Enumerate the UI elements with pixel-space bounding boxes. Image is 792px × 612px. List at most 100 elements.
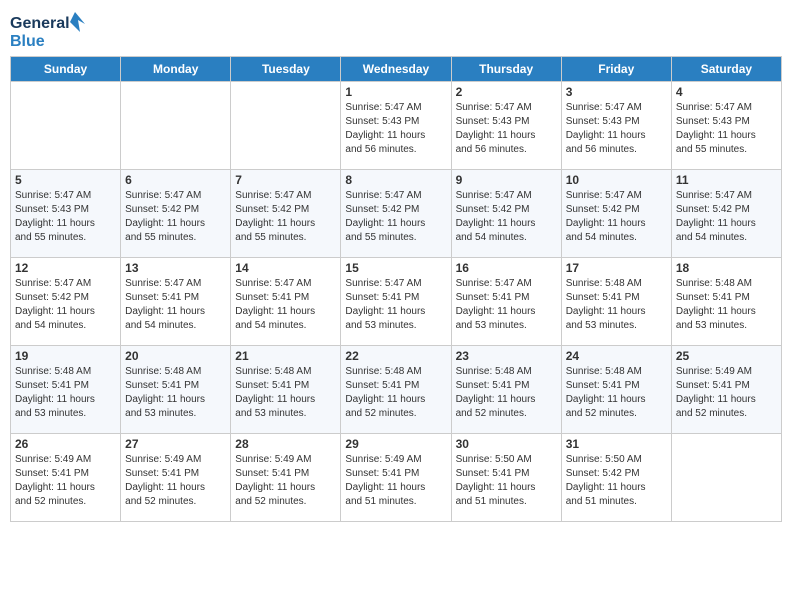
day-number: 27 [125, 437, 226, 451]
calendar-cell [231, 82, 341, 170]
calendar-cell: 19 Sunrise: 5:48 AM Sunset: 5:41 PM Dayli… [11, 346, 121, 434]
day-number: 11 [676, 173, 777, 187]
calendar-week-1: 1 Sunrise: 5:47 AM Sunset: 5:43 PM Daylig… [11, 82, 782, 170]
day-info: Sunrise: 5:47 AM Sunset: 5:43 PM Dayligh… [345, 101, 446, 157]
day-info: Sunrise: 5:48 AM Sunset: 5:41 PM Dayligh… [676, 277, 777, 333]
day-number: 12 [15, 261, 116, 275]
calendar-cell: 5 Sunrise: 5:47 AM Sunset: 5:43 PM Daylig… [11, 170, 121, 258]
calendar-cell: 4Sunrise: 5:47 AM Sunset: 5:43 PM Daylig… [671, 82, 781, 170]
day-number: 28 [235, 437, 336, 451]
day-info: Sunrise: 5:50 AM Sunset: 5:41 PM Dayligh… [456, 453, 557, 509]
day-number: 24 [566, 349, 667, 363]
day-info: Sunrise: 5:48 AM Sunset: 5:41 PM Dayligh… [456, 365, 557, 421]
calendar-cell: 18 Sunrise: 5:48 AM Sunset: 5:41 PM Dayli… [671, 258, 781, 346]
calendar-cell: 27Sunrise: 5:49 AM Sunset: 5:41 PM Dayli… [121, 434, 231, 522]
day-number: 19 [15, 349, 116, 363]
calendar-cell: 30 Sunrise: 5:50 AM Sunset: 5:41 PM Dayli… [451, 434, 561, 522]
calendar-cell: 1 Sunrise: 5:47 AM Sunset: 5:43 PM Daylig… [341, 82, 451, 170]
day-number: 18 [676, 261, 777, 275]
calendar-week-4: 19 Sunrise: 5:48 AM Sunset: 5:41 PM Dayli… [11, 346, 782, 434]
logo-icon: GeneralBlue [10, 10, 90, 50]
day-number: 13 [125, 261, 226, 275]
calendar-cell: 17 Sunrise: 5:48 AM Sunset: 5:41 PM Dayli… [561, 258, 671, 346]
calendar-cell: 24 Sunrise: 5:48 AM Sunset: 5:41 PM Dayli… [561, 346, 671, 434]
calendar-cell: 25Sunrise: 5:49 AM Sunset: 5:41 PM Dayli… [671, 346, 781, 434]
day-number: 9 [456, 173, 557, 187]
day-info: Sunrise: 5:48 AM Sunset: 5:41 PM Dayligh… [15, 365, 116, 421]
day-number: 26 [15, 437, 116, 451]
calendar-cell: 8Sunrise: 5:47 AM Sunset: 5:42 PM Daylig… [341, 170, 451, 258]
day-info: Sunrise: 5:49 AM Sunset: 5:41 PM Dayligh… [235, 453, 336, 509]
weekday-header-wednesday: Wednesday [341, 57, 451, 82]
logo: GeneralBlue [10, 10, 90, 50]
day-info: Sunrise: 5:47 AM Sunset: 5:42 PM Dayligh… [235, 189, 336, 245]
calendar-table: SundayMondayTuesdayWednesdayThursdayFrid… [10, 56, 782, 522]
calendar-cell: 10 Sunrise: 5:47 AM Sunset: 5:42 PM Dayli… [561, 170, 671, 258]
weekday-header-sunday: Sunday [11, 57, 121, 82]
day-info: Sunrise: 5:49 AM Sunset: 5:41 PM Dayligh… [345, 453, 446, 509]
day-number: 29 [345, 437, 446, 451]
weekday-header-saturday: Saturday [671, 57, 781, 82]
day-number: 22 [345, 349, 446, 363]
calendar-cell: 15 Sunrise: 5:47 AM Sunset: 5:41 PM Dayli… [341, 258, 451, 346]
day-info: Sunrise: 5:47 AM Sunset: 5:42 PM Dayligh… [125, 189, 226, 245]
calendar-cell [671, 434, 781, 522]
day-info: Sunrise: 5:48 AM Sunset: 5:41 PM Dayligh… [125, 365, 226, 421]
day-number: 15 [345, 261, 446, 275]
day-info: Sunrise: 5:47 AM Sunset: 5:42 PM Dayligh… [345, 189, 446, 245]
day-info: Sunrise: 5:47 AM Sunset: 5:42 PM Dayligh… [676, 189, 777, 245]
weekday-header-thursday: Thursday [451, 57, 561, 82]
day-number: 17 [566, 261, 667, 275]
day-number: 7 [235, 173, 336, 187]
page-header: GeneralBlue [10, 10, 782, 50]
day-info: Sunrise: 5:47 AM Sunset: 5:41 PM Dayligh… [125, 277, 226, 333]
calendar-body: 1 Sunrise: 5:47 AM Sunset: 5:43 PM Daylig… [11, 82, 782, 522]
day-info: Sunrise: 5:47 AM Sunset: 5:42 PM Dayligh… [15, 277, 116, 333]
calendar-cell: 9 Sunrise: 5:47 AM Sunset: 5:42 PM Daylig… [451, 170, 561, 258]
day-info: Sunrise: 5:48 AM Sunset: 5:41 PM Dayligh… [345, 365, 446, 421]
day-info: Sunrise: 5:48 AM Sunset: 5:41 PM Dayligh… [235, 365, 336, 421]
day-number: 16 [456, 261, 557, 275]
calendar-week-3: 12 Sunrise: 5:47 AM Sunset: 5:42 PM Dayli… [11, 258, 782, 346]
calendar-cell: 23Sunrise: 5:48 AM Sunset: 5:41 PM Dayli… [451, 346, 561, 434]
calendar-cell: 22 Sunrise: 5:48 AM Sunset: 5:41 PM Dayli… [341, 346, 451, 434]
day-number: 2 [456, 85, 557, 99]
day-info: Sunrise: 5:49 AM Sunset: 5:41 PM Dayligh… [15, 453, 116, 509]
calendar-cell: 7 Sunrise: 5:47 AM Sunset: 5:42 PM Daylig… [231, 170, 341, 258]
day-number: 10 [566, 173, 667, 187]
day-info: Sunrise: 5:47 AM Sunset: 5:42 PM Dayligh… [566, 189, 667, 245]
day-number: 20 [125, 349, 226, 363]
day-number: 3 [566, 85, 667, 99]
calendar-cell: 16Sunrise: 5:47 AM Sunset: 5:41 PM Dayli… [451, 258, 561, 346]
day-info: Sunrise: 5:49 AM Sunset: 5:41 PM Dayligh… [676, 365, 777, 421]
weekday-header-monday: Monday [121, 57, 231, 82]
calendar-cell: 21 Sunrise: 5:48 AM Sunset: 5:41 PM Dayli… [231, 346, 341, 434]
day-number: 30 [456, 437, 557, 451]
day-info: Sunrise: 5:47 AM Sunset: 5:41 PM Dayligh… [345, 277, 446, 333]
day-info: Sunrise: 5:47 AM Sunset: 5:43 PM Dayligh… [15, 189, 116, 245]
calendar-cell: 29 Sunrise: 5:49 AM Sunset: 5:41 PM Dayli… [341, 434, 451, 522]
day-info: Sunrise: 5:48 AM Sunset: 5:41 PM Dayligh… [566, 365, 667, 421]
calendar-cell: 2 Sunrise: 5:47 AM Sunset: 5:43 PM Daylig… [451, 82, 561, 170]
calendar-cell: 26 Sunrise: 5:49 AM Sunset: 5:41 PM Dayli… [11, 434, 121, 522]
day-info: Sunrise: 5:48 AM Sunset: 5:41 PM Dayligh… [566, 277, 667, 333]
day-number: 5 [15, 173, 116, 187]
calendar-cell: 3Sunrise: 5:47 AM Sunset: 5:43 PM Daylig… [561, 82, 671, 170]
day-info: Sunrise: 5:50 AM Sunset: 5:42 PM Dayligh… [566, 453, 667, 509]
calendar-week-2: 5 Sunrise: 5:47 AM Sunset: 5:43 PM Daylig… [11, 170, 782, 258]
calendar-cell: 11 Sunrise: 5:47 AM Sunset: 5:42 PM Dayli… [671, 170, 781, 258]
calendar-cell: 31Sunrise: 5:50 AM Sunset: 5:42 PM Dayli… [561, 434, 671, 522]
day-number: 6 [125, 173, 226, 187]
day-number: 1 [345, 85, 446, 99]
day-info: Sunrise: 5:47 AM Sunset: 5:41 PM Dayligh… [235, 277, 336, 333]
calendar-cell: 20 Sunrise: 5:48 AM Sunset: 5:41 PM Dayli… [121, 346, 231, 434]
calendar-cell: 28 Sunrise: 5:49 AM Sunset: 5:41 PM Dayli… [231, 434, 341, 522]
day-info: Sunrise: 5:47 AM Sunset: 5:43 PM Dayligh… [456, 101, 557, 157]
calendar-cell [121, 82, 231, 170]
day-number: 21 [235, 349, 336, 363]
weekday-header-row: SundayMondayTuesdayWednesdayThursdayFrid… [11, 57, 782, 82]
calendar-cell: 14Sunrise: 5:47 AM Sunset: 5:41 PM Dayli… [231, 258, 341, 346]
calendar-cell: 13 Sunrise: 5:47 AM Sunset: 5:41 PM Dayli… [121, 258, 231, 346]
day-info: Sunrise: 5:47 AM Sunset: 5:42 PM Dayligh… [456, 189, 557, 245]
day-number: 4 [676, 85, 777, 99]
